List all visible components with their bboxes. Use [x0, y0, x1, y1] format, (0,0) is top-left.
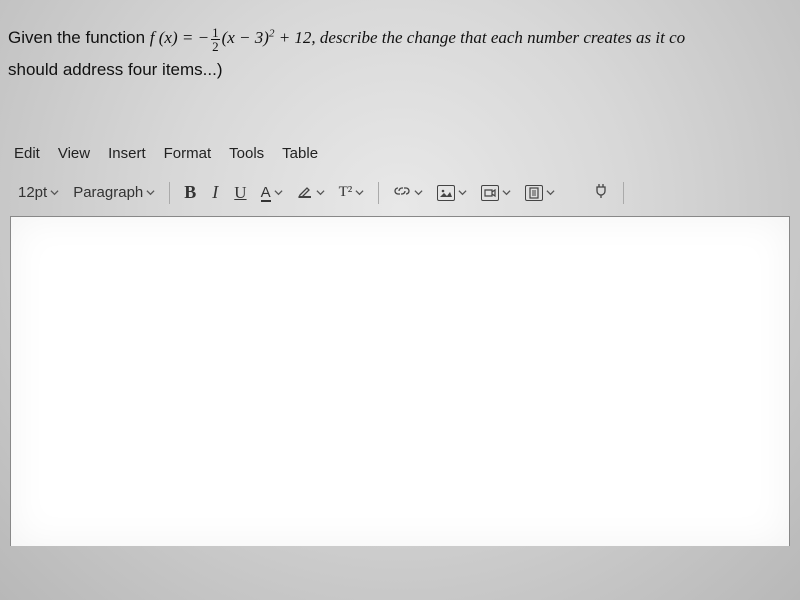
editor-menubar: Edit View Insert Format Tools Table [10, 145, 790, 174]
document-icon [525, 185, 543, 201]
q-prefix: Given the function [8, 28, 150, 47]
insert-document-button[interactable] [521, 183, 559, 203]
chevron-down-icon [50, 188, 59, 197]
q-line2: should address four items...) [8, 54, 800, 86]
paragraph-style-value: Paragraph [73, 184, 143, 201]
insert-media-button[interactable] [477, 183, 515, 203]
q-arg-close: ) = − [172, 28, 209, 47]
italic-button[interactable]: I [206, 180, 224, 205]
paragraph-style-select[interactable]: Paragraph [69, 182, 159, 203]
chevron-down-icon [458, 188, 467, 197]
insert-app-button[interactable] [589, 180, 613, 206]
q-fraction: 12 [211, 26, 220, 53]
menu-format[interactable]: Format [164, 145, 212, 162]
bold-button[interactable]: B [180, 180, 200, 205]
font-size-value: 12pt [18, 184, 47, 201]
menu-edit[interactable]: Edit [14, 145, 40, 162]
menu-tools[interactable]: Tools [229, 145, 264, 162]
link-icon [393, 184, 411, 202]
text-color-icon: A [261, 185, 271, 200]
toolbar-separator [169, 182, 170, 204]
rich-text-editor: Edit View Insert Format Tools Table 12pt… [10, 145, 790, 216]
toolbar-separator [378, 182, 379, 204]
image-icon [437, 185, 455, 201]
toolbar-separator [623, 182, 624, 204]
q-arg-open: ( [155, 28, 165, 47]
menu-view[interactable]: View [58, 145, 90, 162]
chevron-down-icon [146, 188, 155, 197]
underline-button[interactable]: U [230, 181, 250, 205]
chevron-down-icon [355, 188, 364, 197]
insert-image-button[interactable] [433, 183, 471, 203]
menu-insert[interactable]: Insert [108, 145, 146, 162]
highlight-color-button[interactable] [293, 181, 329, 205]
highlight-icon [297, 183, 313, 203]
chevron-down-icon [546, 188, 555, 197]
chevron-down-icon [316, 188, 325, 197]
editor-canvas[interactable] [10, 216, 790, 546]
question-text: Given the function f (x) = −12(x − 3)2 +… [0, 0, 800, 87]
editor-toolbar: 12pt Paragraph B I U A T² [10, 174, 790, 216]
q-tail1: + 12, describe the change that each numb… [274, 28, 685, 47]
text-color-button[interactable]: A [257, 183, 287, 202]
chevron-down-icon [414, 188, 423, 197]
superscript-button[interactable]: T² [335, 182, 369, 203]
chevron-down-icon [274, 188, 283, 197]
plug-icon [593, 182, 609, 204]
q-inner: x − 3 [227, 28, 263, 47]
font-size-select[interactable]: 12pt [14, 182, 63, 203]
media-icon [481, 185, 499, 201]
menu-table[interactable]: Table [282, 145, 318, 162]
chevron-down-icon [502, 188, 511, 197]
q-var: x [164, 28, 172, 47]
insert-link-button[interactable] [389, 182, 427, 204]
